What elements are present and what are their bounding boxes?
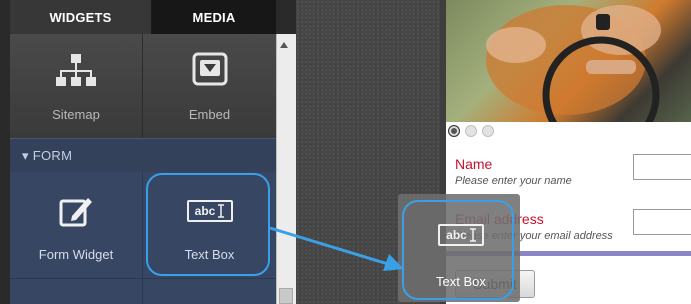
name-input[interactable] bbox=[633, 154, 691, 180]
slideshow-image bbox=[446, 0, 691, 122]
scroll-up-icon[interactable] bbox=[280, 42, 288, 48]
slider-dot[interactable] bbox=[465, 125, 477, 137]
slider-dot[interactable] bbox=[448, 125, 460, 137]
slider-dot[interactable] bbox=[482, 125, 494, 137]
embed-icon bbox=[192, 52, 227, 86]
form-widget-icon bbox=[59, 198, 92, 227]
text-box-highlight bbox=[146, 173, 270, 276]
slider-dots bbox=[448, 125, 494, 139]
widget-form[interactable]: Form Widget bbox=[10, 172, 142, 278]
name-field-hint: Please enter your name bbox=[455, 175, 572, 187]
widget-grid-top: Sitemap Embed bbox=[10, 34, 276, 138]
grid-divider bbox=[10, 278, 276, 279]
email-input[interactable] bbox=[633, 209, 691, 235]
drag-ghost-highlight bbox=[402, 200, 514, 300]
scrollbar-thumb[interactable] bbox=[279, 288, 293, 304]
slideshow-photo bbox=[486, 5, 661, 122]
widget-embed-label: Embed bbox=[188, 107, 231, 122]
widget-embed[interactable]: Embed bbox=[143, 34, 276, 138]
widget-sitemap[interactable]: Sitemap bbox=[10, 34, 143, 138]
widget-sitemap-label: Sitemap bbox=[52, 107, 100, 122]
tab-media[interactable]: MEDIA bbox=[152, 0, 276, 34]
form-section-title: ▾ FORM bbox=[22, 148, 73, 163]
tab-widgets[interactable]: WIDGETS bbox=[10, 0, 152, 34]
name-field-label: Name bbox=[455, 156, 493, 172]
panel-scrollbar[interactable] bbox=[276, 34, 296, 304]
sitemap-icon bbox=[56, 54, 96, 86]
form-section-header[interactable]: ▾ FORM bbox=[10, 138, 276, 173]
widget-form-label: Form Widget bbox=[38, 247, 114, 262]
